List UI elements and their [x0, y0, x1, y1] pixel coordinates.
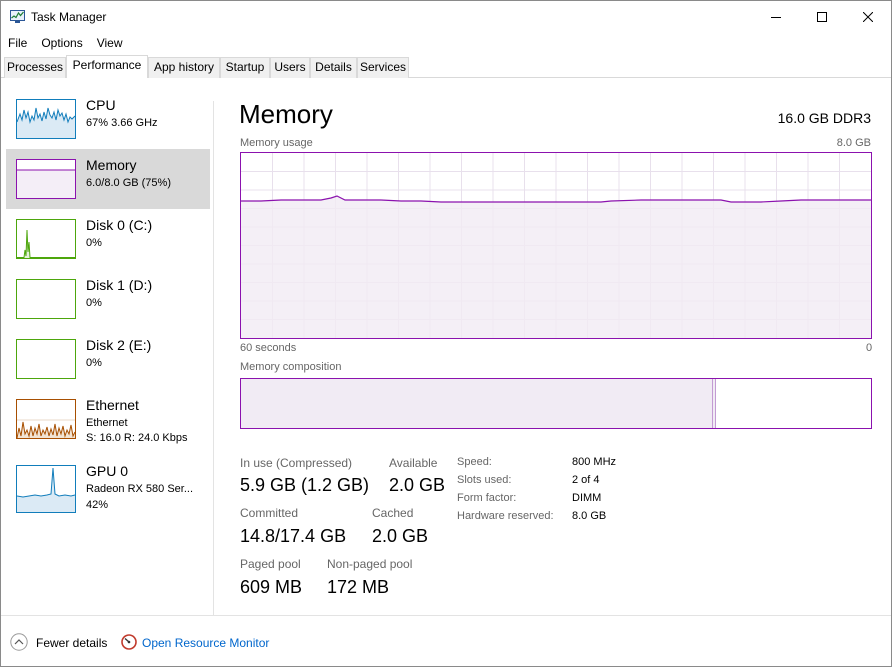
- form-factor-value: DIMM: [572, 492, 602, 504]
- menu-file[interactable]: File: [1, 34, 34, 52]
- speed-label: Speed:: [457, 456, 492, 468]
- sidebar-item-disk-2[interactable]: Disk 2 (E:) 0%: [6, 329, 210, 389]
- committed-label: Committed: [240, 506, 299, 520]
- disk-1-thumbnail-graph: [16, 279, 76, 319]
- in-use-value: 5.9 GB (1.2 GB): [240, 475, 370, 495]
- sidebar-item-subtitle: 0%: [86, 237, 102, 249]
- sidebar-item-title: Memory: [86, 157, 137, 173]
- tab-services[interactable]: Services: [357, 57, 409, 78]
- sidebar-item-throughput: S: 16.0 R: 24.0 Kbps: [86, 432, 188, 444]
- time-axis-left-label: 60 seconds: [240, 342, 297, 354]
- sidebar-item-title: Disk 1 (D:): [86, 277, 153, 293]
- sidebar-item-title: GPU 0: [86, 463, 129, 479]
- speed-value: 800 MHz: [572, 456, 617, 468]
- sidebar-item-utilization: 42%: [86, 499, 109, 511]
- close-icon: [863, 12, 873, 22]
- memory-modified-segment: [713, 379, 716, 428]
- time-axis-right-label: 0: [866, 342, 873, 354]
- sidebar-item-disk-1[interactable]: Disk 1 (D:) 0%: [6, 269, 210, 329]
- menu-bar: File Options View: [1, 34, 130, 52]
- tab-startup[interactable]: Startup: [220, 57, 270, 78]
- memory-thumbnail-graph: [16, 159, 76, 199]
- task-manager-window: Task Manager File Options View Processes…: [0, 0, 892, 667]
- sidebar-item-ethernet[interactable]: Ethernet Ethernet S: 16.0 R: 24.0 Kbps: [6, 389, 210, 449]
- cached-value: 2.0 GB: [372, 526, 429, 546]
- cached-label: Cached: [372, 506, 414, 520]
- memory-usage-label: Memory usage: [240, 137, 313, 149]
- sidebar-divider: [213, 101, 214, 615]
- memory-in-use-segment: [241, 379, 713, 428]
- committed-value: 14.8/17.4 GB: [240, 526, 347, 546]
- available-value: 2.0 GB: [389, 475, 446, 495]
- paged-pool-value: 609 MB: [240, 577, 303, 597]
- fewer-details-link[interactable]: Fewer details: [36, 636, 107, 650]
- sidebar-item-title: Ethernet: [86, 397, 139, 413]
- page-title: Memory: [239, 99, 333, 129]
- hardware-reserved-label: Hardware reserved:: [457, 510, 554, 522]
- close-button[interactable]: [845, 1, 891, 33]
- footer-divider: [1, 615, 891, 616]
- tab-performance[interactable]: Performance: [66, 55, 148, 78]
- hardware-reserved-value: 8.0 GB: [572, 510, 607, 522]
- tab-strip: Processes Performance App history Startu…: [1, 55, 891, 78]
- menu-options[interactable]: Options: [34, 34, 89, 52]
- sidebar-item-title: Disk 0 (C:): [86, 217, 153, 233]
- sidebar-item-disk-0[interactable]: Disk 0 (C:) 0%: [6, 209, 210, 269]
- menu-view[interactable]: View: [90, 34, 130, 52]
- window-title: Task Manager: [31, 10, 107, 24]
- paged-pool-label: Paged pool: [240, 557, 301, 571]
- sidebar-item-title: Disk 2 (E:): [86, 337, 152, 353]
- task-manager-icon: [10, 10, 25, 23]
- available-label: Available: [389, 456, 438, 470]
- form-factor-label: Form factor:: [457, 492, 517, 504]
- non-paged-pool-label: Non-paged pool: [327, 557, 413, 571]
- non-paged-pool-value: 172 MB: [327, 577, 390, 597]
- memory-total: 16.0 GB DDR3: [777, 110, 871, 126]
- gpu-0-thumbnail-graph: [16, 465, 76, 513]
- sidebar-item-title: CPU: [86, 97, 116, 113]
- sidebar-item-subtitle: Radeon RX 580 Ser...: [86, 483, 194, 495]
- memory-usage-graph: [240, 152, 872, 339]
- sidebar-item-subtitle: 67% 3.66 GHz: [86, 117, 158, 129]
- tab-details[interactable]: Details: [310, 57, 357, 78]
- sidebar-item-subtitle: Ethernet: [86, 417, 128, 429]
- sidebar-item-gpu-0[interactable]: GPU 0 Radeon RX 580 Ser... 42%: [6, 455, 210, 519]
- sidebar-item-subtitle: 0%: [86, 357, 102, 369]
- tab-users[interactable]: Users: [270, 57, 310, 78]
- open-resource-monitor-link[interactable]: Open Resource Monitor: [142, 636, 269, 650]
- tab-processes[interactable]: Processes: [4, 57, 66, 78]
- ethernet-thumbnail-graph: [16, 399, 76, 439]
- sidebar-item-subtitle: 6.0/8.0 GB (75%): [86, 177, 171, 189]
- chevron-up-icon[interactable]: [10, 633, 28, 651]
- maximize-button[interactable]: [799, 1, 845, 33]
- sidebar-item-memory[interactable]: Memory 6.0/8.0 GB (75%): [6, 149, 210, 209]
- cpu-thumbnail-graph: [16, 99, 76, 139]
- resource-monitor-icon: [121, 634, 137, 650]
- memory-usage-max: 8.0 GB: [836, 137, 871, 149]
- disk-2-thumbnail-graph: [16, 339, 76, 379]
- title-bar[interactable]: Task Manager: [1, 1, 891, 33]
- disk-0-thumbnail-graph: [16, 219, 76, 259]
- resource-sidebar: CPU 67% 3.66 GHz Memory 6.0/8.0 GB (75%)…: [1, 79, 213, 615]
- maximize-icon: [817, 12, 827, 22]
- in-use-label: In use (Compressed): [240, 456, 353, 470]
- sidebar-item-cpu[interactable]: CPU 67% 3.66 GHz: [6, 89, 210, 149]
- minimize-icon: [771, 17, 781, 18]
- tab-app-history[interactable]: App history: [148, 57, 220, 78]
- memory-composition-bar: [240, 378, 872, 429]
- minimize-button[interactable]: [753, 1, 799, 33]
- slots-used-value: 2 of 4: [572, 474, 600, 486]
- sidebar-item-subtitle: 0%: [86, 297, 102, 309]
- slots-used-label: Slots used:: [457, 474, 512, 486]
- memory-composition-label: Memory composition: [240, 361, 342, 373]
